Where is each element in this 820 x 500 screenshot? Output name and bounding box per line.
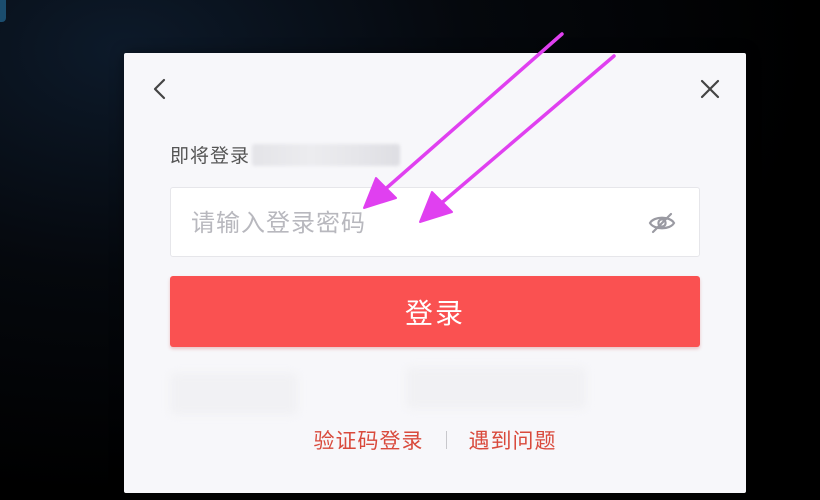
login-account-line: 即将登录 <box>170 141 401 168</box>
password-input[interactable] <box>189 188 633 258</box>
corner-accent <box>0 0 6 22</box>
subtitle-text: 即将登录 <box>170 145 251 167</box>
password-field <box>170 187 700 258</box>
login-dialog: 即将登录 登录 验证码登录 遇到问题 <box>124 53 746 493</box>
chevron-left-icon <box>153 78 166 100</box>
eye-off-icon <box>648 212 676 234</box>
masked-account <box>252 143 401 166</box>
close-icon <box>700 79 720 99</box>
back-button[interactable] <box>146 75 174 103</box>
sms-code-login-link[interactable]: 验证码登录 <box>314 425 424 455</box>
help-link[interactable]: 遇到问题 <box>469 425 557 455</box>
link-divider <box>445 431 447 449</box>
password-visibility-toggle[interactable] <box>645 208 679 238</box>
alternate-actions: 验证码登录 遇到问题 <box>304 425 566 455</box>
faded-placeholder-left <box>170 373 298 415</box>
faded-placeholder-center <box>406 367 586 409</box>
login-button[interactable]: 登录 <box>170 276 700 347</box>
close-button[interactable] <box>696 75 724 103</box>
